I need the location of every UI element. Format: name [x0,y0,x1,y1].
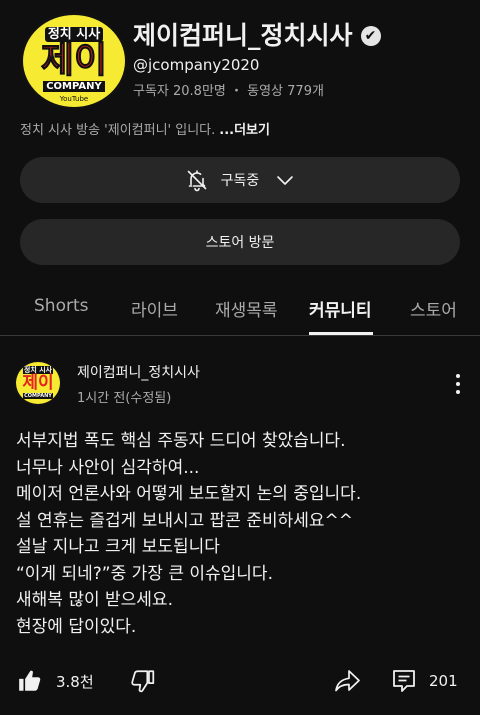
channel-description: 정치 시사 방송 '제이컴퍼니' 입니다. [20,123,216,138]
post-line: 서부지법 폭도 핵심 주동자 드디어 찾았습니다. [16,431,346,451]
channel-stats: 구독자 20.8만명 ・ 동영상 779개 [133,84,324,99]
post-line: 메이저 언론사와 어떻게 보도할지 논의 중입니다. [16,484,362,504]
dislike-button[interactable] [130,668,156,694]
post-line: 설 연휴는 즐겁게 보내시고 팝콘 준비하세요^^ [16,510,354,531]
channel-handle: @jcompany2020 [133,56,260,74]
post-line: 설날 지나고 크게 보도됩니다 [16,537,220,557]
channel-title-row: 제이컴퍼니_정치시사 ✔ [133,16,381,52]
verified-icon: ✔ [360,26,381,46]
channel-avatar[interactable]: 정치 시사 제이 COMPANY YouTube [20,12,128,110]
share-button[interactable] [333,668,361,694]
post-timestamp: 1시간 전(수정됨) [77,391,172,406]
more-vert-icon[interactable] [448,372,468,396]
post-author-name[interactable]: 제이컴퍼니_정치시사 [77,362,200,382]
store-visit-label: 스토어 방문 [205,235,275,251]
thumbs-down-icon [131,670,155,693]
like-count: 3.8천 [56,672,94,691]
avatar-logo-company: COMPANY [43,81,105,92]
comment-button[interactable]: 201 [392,668,458,694]
tab-community[interactable]: 커뮤니티 [309,296,372,321]
share-icon [335,670,360,692]
subscribed-label: 구독중 [220,173,260,189]
more-link[interactable]: ...더보기 [219,123,270,138]
post-line: “이게 되네?”중 가장 큰 이슈입니다. [16,563,273,584]
post-line: 새해복 많이 받으세요. [16,590,173,610]
post-line: 현장에 답이있다. [16,616,137,637]
post-line: 너무나 사안이 심각하여... [16,457,200,478]
tab-shorts[interactable]: Shorts [34,296,88,316]
bell-off-icon [187,170,206,192]
comment-count: 201 [429,672,458,690]
active-tab-indicator [309,332,373,335]
subscribed-button[interactable]: 구독중 [20,157,460,203]
post-avatar-logo-company: COMPANY [23,393,53,399]
post-avatar-logo-main: 제이 [22,373,54,393]
like-button[interactable]: 3.8천 [17,668,94,694]
tab-playlists[interactable]: 재생목록 [215,296,278,321]
avatar-logo-badge: YouTube [59,95,89,103]
comment-icon [393,670,415,692]
channel-header: 정치 시사 제이 COMPANY YouTube 제이컴퍼니_정치시사 ✔ @jc… [20,12,460,112]
thumbs-up-icon [19,670,41,691]
channel-description-row[interactable]: 정치 시사 방송 '제이컴퍼니' 입니다. ...더보기 [20,119,270,138]
post-body: 서부지법 폭도 핵심 주동자 드디어 찾았습니다. 너무나 사안이 심각하여..… [16,428,466,640]
channel-tabs: Shorts 라이브 재생목록 커뮤니티 스토어 [0,280,480,336]
tab-store[interactable]: 스토어 [410,296,457,321]
post-author-avatar[interactable]: 정치 시사 제이 COMPANY [14,360,62,406]
tab-live[interactable]: 라이브 [131,296,178,321]
post-actions: 3.8천 201 [0,662,480,702]
store-visit-button[interactable]: 스토어 방문 [20,219,460,265]
avatar-logo-main: 제이 [40,40,108,81]
channel-title: 제이컴퍼니_정치시사 [133,21,353,50]
chevron-down-icon [277,176,294,185]
